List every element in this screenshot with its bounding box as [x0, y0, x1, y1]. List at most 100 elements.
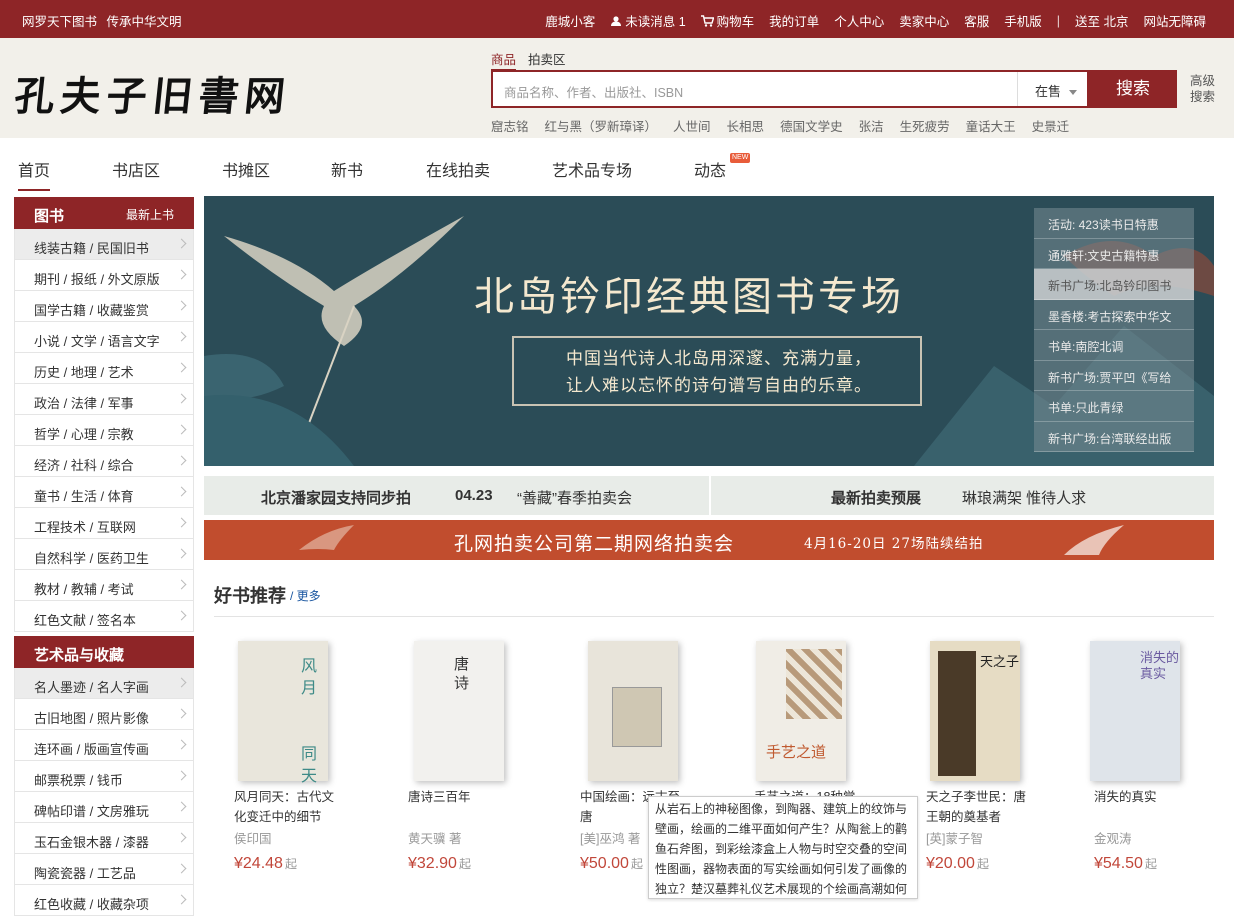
category-item[interactable]: 碑帖印谱 / 文房雅玩 [14, 792, 194, 823]
category-item[interactable]: 小说 / 文学 / 语言文字 [14, 322, 194, 353]
link-messages[interactable]: 未读消息 1 [610, 11, 686, 30]
auction-strip[interactable]: 孔网拍卖公司第二期网络拍卖会 4月16-20日 27场陆续结拍 [204, 520, 1214, 560]
category-item[interactable]: 名人墨迹 / 名人字画 [14, 668, 194, 699]
book-cover[interactable] [588, 641, 678, 781]
category-item[interactable]: 哲学 / 心理 / 宗教 [14, 415, 194, 446]
category-title[interactable]: 艺术品与收藏 [34, 644, 124, 665]
category-item[interactable]: 自然科学 / 医药卫生 [14, 539, 194, 570]
banner-list-item[interactable]: 新书广场:台湾联经出版 [1034, 421, 1194, 452]
promo-strip-preview[interactable]: 最新拍卖预展 琳琅满架 惟待人求 [711, 476, 1214, 515]
book-title[interactable]: 唐诗三百年 [408, 787, 518, 807]
category-item[interactable]: 经济 / 社科 / 综合 [14, 446, 194, 477]
category-item[interactable]: 古旧地图 / 照片影像 [14, 699, 194, 730]
hot-search-item[interactable]: 史景迁 [1032, 116, 1070, 135]
category-item[interactable]: 红色收藏 / 收藏杂项 [14, 885, 194, 916]
nav-home[interactable]: 首页 [18, 157, 51, 191]
category-item[interactable]: 连环画 / 版画宣传画 [14, 730, 194, 761]
nav-auction[interactable]: 在线拍卖 [426, 157, 490, 181]
category-item[interactable]: 玉石金银木器 / 漆器 [14, 823, 194, 854]
link-deliver-to[interactable]: 送至 北京 [1075, 11, 1128, 30]
latest-books-link[interactable]: 最新上书 [126, 206, 174, 223]
price-suffix: 起 [630, 857, 643, 871]
chevron-right-icon [176, 677, 187, 688]
book-cover[interactable]: 消失的真实 [1090, 641, 1180, 781]
banner-list-item[interactable]: 书单:只此青绿 [1034, 391, 1194, 422]
hot-search-item[interactable]: 德国文学史 [780, 116, 843, 135]
link-mobile[interactable]: 手机版 [1004, 11, 1042, 30]
link-cart[interactable]: 购物车 [700, 11, 754, 30]
category-label: 童书 / 生活 / 体育 [34, 489, 134, 504]
book-title[interactable]: 风月同天：古代文化变迁中的细节 [234, 787, 344, 827]
nav-art[interactable]: 艺术品专场 [552, 157, 632, 181]
banner-list-item[interactable]: 新书广场:贾平凹《写给 [1034, 360, 1194, 391]
hot-searches: 窟志铭 红与黑（罗新璋译） 人世间 长相思 德国文学史 张洁 生死疲劳 童话大王… [491, 116, 1085, 135]
category-item[interactable]: 工程技术 / 互联网 [14, 508, 194, 539]
nav-stalls[interactable]: 书摊区 [222, 157, 270, 181]
banner-list-item[interactable]: 活动: 423读书日特惠 [1034, 208, 1194, 239]
book-cover[interactable]: 天之子 [930, 641, 1020, 781]
nav-new-books[interactable]: 新书 [331, 157, 363, 181]
category-item[interactable]: 线装古籍 / 民国旧书 [14, 229, 194, 260]
category-item[interactable]: 国学古籍 / 收藏鉴赏 [14, 291, 194, 322]
banner-list-item[interactable]: 书单:南腔北调 [1034, 330, 1194, 361]
category-label: 陶瓷瓷器 / 工艺品 [34, 866, 136, 881]
chevron-right-icon [176, 269, 187, 280]
banner-list-item-active[interactable]: 新书广场:北岛钤印图书 [1034, 269, 1194, 300]
scope-label: 在售 [1035, 84, 1062, 99]
crane-icon [299, 525, 354, 550]
nav-bookstores[interactable]: 书店区 [112, 157, 160, 181]
chevron-right-icon [176, 455, 187, 466]
category-header-art: 艺术品与收藏 [14, 636, 194, 668]
hot-search-item[interactable]: 张洁 [859, 116, 884, 135]
hot-search-item[interactable]: 长相思 [727, 116, 765, 135]
book-author: 金观涛 [1094, 832, 1132, 846]
nav-news[interactable]: 动态 NEW [694, 153, 751, 181]
hot-search-item[interactable]: 窟志铭 [491, 116, 529, 135]
hot-search-item[interactable]: 生死疲劳 [900, 116, 950, 135]
category-item[interactable]: 红色文献 / 签名本 [14, 601, 194, 632]
category-label: 历史 / 地理 / 艺术 [34, 365, 134, 380]
book-cover[interactable]: 风月同天 [238, 641, 328, 785]
search-input[interactable]: 商品名称、作者、出版社、ISBN [504, 82, 683, 101]
category-item[interactable]: 期刊 / 报纸 / 外文原版 [14, 260, 194, 291]
category-item[interactable]: 政治 / 法律 / 军事 [14, 384, 194, 415]
hot-search-item[interactable]: 红与黑（罗新璋译） [545, 116, 658, 135]
more-link[interactable]: / 更多 [290, 587, 321, 604]
tab-auction[interactable]: 拍卖区 [528, 49, 566, 71]
book-cover[interactable]: 唐诗 [414, 641, 504, 781]
book-author: [美]巫鸿 著 [580, 832, 641, 846]
slogan-2: 传承中华文明 [106, 15, 182, 29]
category-title[interactable]: 图书 [34, 205, 64, 226]
banner-list-item[interactable]: 通雅轩:文史古籍特惠 [1034, 238, 1194, 269]
search-button[interactable]: 搜索 [1089, 70, 1177, 108]
auction-title: 孔网拍卖公司第二期网络拍卖会 [454, 533, 735, 555]
category-item[interactable]: 童书 / 生活 / 体育 [14, 477, 194, 508]
link-accessibility[interactable]: 网站无障碍 [1143, 11, 1206, 30]
hot-search-item[interactable]: 人世间 [673, 116, 711, 135]
strip-text: 最新拍卖预展 [831, 490, 922, 507]
search-scope-select[interactable]: 在售 [1017, 72, 1089, 106]
hot-search-item[interactable]: 童话大王 [966, 116, 1016, 135]
link-service[interactable]: 客服 [964, 11, 989, 30]
category-item[interactable]: 陶瓷瓷器 / 工艺品 [14, 854, 194, 885]
top-links: 鹿城小客 未读消息 1 购物车 我的订单 个人中心 卖家中心 客服 手机版 | … [530, 11, 1206, 30]
link-user-center[interactable]: 个人中心 [834, 11, 884, 30]
category-item[interactable]: 历史 / 地理 / 艺术 [14, 353, 194, 384]
book-title[interactable]: 天之子李世民：唐王朝的奠基者 [926, 787, 1036, 827]
category-item[interactable]: 教材 / 教辅 / 考试 [14, 570, 194, 601]
link-username[interactable]: 鹿城小客 [545, 11, 595, 30]
new-badge: NEW [730, 153, 751, 163]
book-title[interactable]: 消失的真实 [1094, 787, 1204, 807]
banner-list-item[interactable]: 墨香楼:考古探索中华文 [1034, 299, 1194, 330]
link-orders[interactable]: 我的订单 [769, 11, 819, 30]
tab-products[interactable]: 商品 [491, 49, 517, 71]
advanced-search-link[interactable]: 高级搜索 [1190, 73, 1220, 105]
link-seller-center[interactable]: 卖家中心 [899, 11, 949, 30]
hero-banner[interactable]: 北岛钤印经典图书专场 中国当代诗人北岛用深邃、充满力量， 让人难以忘怀的诗句谱写… [204, 196, 1214, 466]
book-cover[interactable]: 手艺之道 [756, 641, 846, 781]
category-item[interactable]: 邮票税票 / 钱币 [14, 761, 194, 792]
promo-strip-panjiayuan[interactable]: 北京潘家园支持同步拍 04.23 “善藏”春季拍卖会 [204, 476, 709, 515]
site-logo[interactable]: 孔夫子旧書网 [12, 64, 294, 122]
category-label: 国学古籍 / 收藏鉴赏 [34, 303, 149, 318]
chevron-right-icon [176, 863, 187, 874]
